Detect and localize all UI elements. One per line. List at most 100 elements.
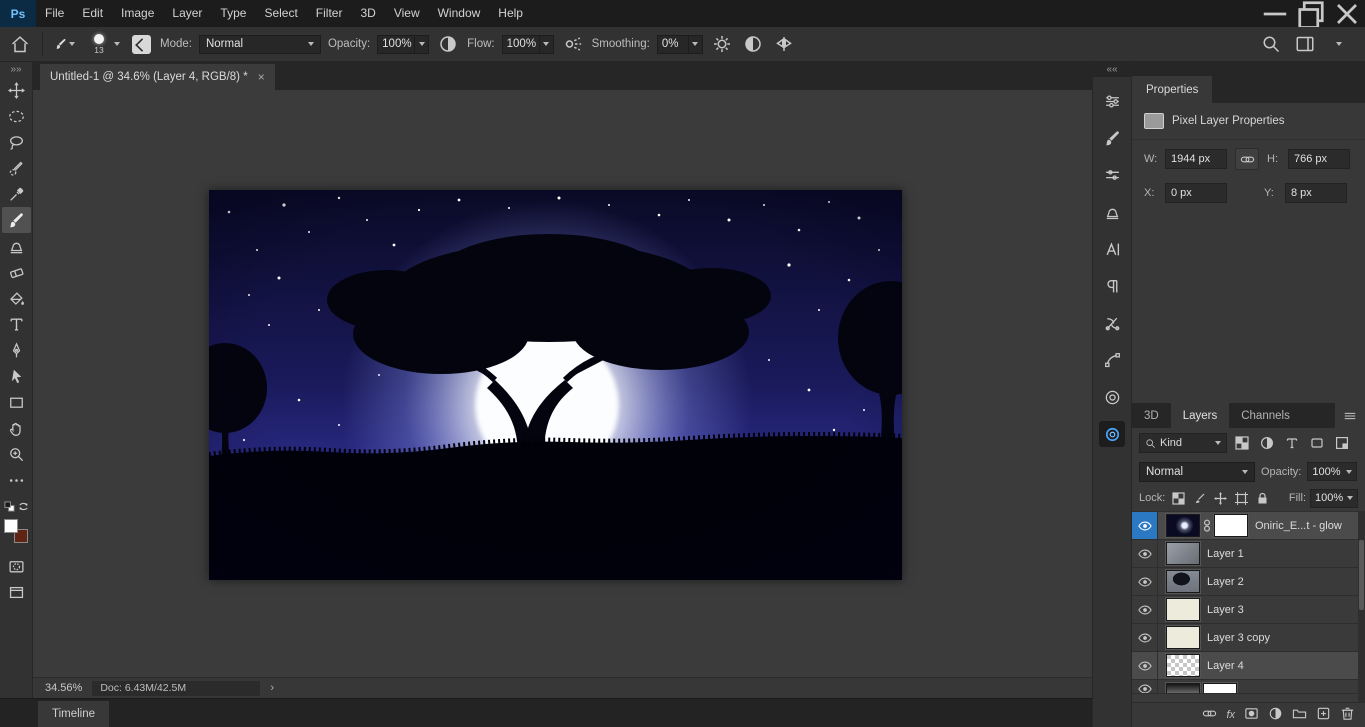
document-size-field[interactable]: Doc: 6.43M/42.5M [92,680,261,696]
document-tab[interactable]: Untitled-1 @ 34.6% (Layer 4, RGB/8) * × [40,64,275,90]
smoothing-input[interactable]: 0% [656,34,689,54]
layer-thumbnail[interactable] [1165,625,1201,650]
filter-adjustment-icon[interactable] [1257,434,1277,452]
home-icon[interactable] [8,31,32,57]
zoom-level[interactable]: 34.56% [45,682,82,694]
status-chevron-icon[interactable]: › [270,682,274,694]
layer-row[interactable]: Layer 3 [1132,596,1365,624]
visibility-toggle[interactable] [1132,624,1158,651]
add-adjustment-icon[interactable] [1268,706,1283,724]
close-button[interactable] [1329,0,1365,27]
filter-pixel-icon[interactable] [1232,434,1252,452]
eyedropper-tool[interactable] [2,181,31,207]
layer-mask-thumbnail[interactable] [1213,513,1249,538]
canvas-image[interactable] [183,190,944,580]
width-field[interactable]: 1944 px [1165,149,1227,169]
pen-tool[interactable] [2,337,31,363]
tab-layers[interactable]: Layers [1170,403,1230,428]
menu-image[interactable]: Image [112,0,163,27]
pressure-size-icon[interactable] [741,31,765,57]
flow-input[interactable]: 100% [501,34,540,54]
gear-icon[interactable] [710,31,734,57]
paragraph-panel-icon[interactable] [1099,273,1125,299]
add-mask-icon[interactable] [1244,706,1259,724]
layers-scrollbar[interactable] [1358,512,1365,702]
symmetry-butterfly-icon[interactable] [772,31,796,57]
quick-selection-tool[interactable] [2,155,31,181]
clone-stamp-tool[interactable] [2,233,31,259]
foreground-color-swatch[interactable] [4,519,18,533]
minimize-button[interactable] [1257,0,1293,27]
layer-thumbnail[interactable] [1165,569,1201,594]
libraries-panel-icon[interactable] [1099,384,1125,410]
layer-row[interactable]: Oniric_E...t - glow [1132,512,1365,540]
layer-name[interactable]: Oniric_E...t - glow [1255,520,1342,532]
rectangle-tool[interactable] [2,389,31,415]
search-icon[interactable] [1259,31,1283,57]
scrollbar-thumb[interactable] [1359,540,1364,610]
brush-settings-panel-icon[interactable] [1099,125,1125,151]
new-layer-icon[interactable] [1316,706,1331,724]
menu-type[interactable]: Type [211,0,255,27]
visibility-toggle[interactable] [1132,568,1158,595]
swap-colors-icon[interactable] [18,501,29,515]
filter-type-icon[interactable] [1282,434,1302,452]
flow-dropdown-button[interactable] [539,34,554,54]
path-selection-tool[interactable] [2,363,31,389]
edit-toolbar-icon[interactable] [2,467,31,493]
layer-thumbnail[interactable] [1165,597,1201,622]
brush-preset-picker[interactable] [53,31,77,57]
close-icon[interactable]: × [258,70,265,84]
airbrush-icon[interactable] [561,31,585,57]
layer-name[interactable]: Layer 2 [1207,576,1244,588]
layer-thumbnail[interactable] [1165,682,1201,693]
menu-select[interactable]: Select [255,0,306,27]
swatches-panel-icon[interactable] [1099,199,1125,225]
menu-file[interactable]: File [36,0,73,27]
lock-pixels-icon[interactable] [1192,491,1207,506]
type-tool[interactable] [2,311,31,337]
lasso-tool[interactable] [2,129,31,155]
link-dimensions-button[interactable] [1235,148,1259,170]
pressure-opacity-icon[interactable] [436,31,460,57]
tab-3d[interactable]: 3D [1132,403,1171,428]
restore-button[interactable] [1293,0,1329,29]
zoom-tool[interactable] [2,441,31,467]
glyphs-panel-icon[interactable] [1099,310,1125,336]
visibility-toggle[interactable] [1132,596,1158,623]
filter-kind-select[interactable]: Kind [1139,433,1227,453]
layer-name[interactable]: Layer 3 [1207,604,1244,616]
blend-mode-select[interactable]: Normal [198,34,321,54]
default-colors-icon[interactable] [3,501,15,515]
layer-thumbnail[interactable] [1165,541,1201,566]
height-field[interactable]: 766 px [1288,149,1350,169]
filter-smart-object-icon[interactable] [1332,434,1352,452]
link-layers-icon[interactable] [1202,706,1217,724]
menu-layer[interactable]: Layer [163,0,211,27]
layer-name[interactable]: Layer 3 copy [1207,632,1270,644]
clone-source-panel-icon[interactable] [1099,162,1125,188]
layer-row[interactable]: Layer 2 [1132,568,1365,596]
delete-layer-icon[interactable] [1340,706,1355,724]
layer-row[interactable]: Layer 3 copy [1132,624,1365,652]
new-group-icon[interactable] [1292,706,1307,724]
collapse-panels-icon[interactable]: «« [1093,62,1131,77]
menu-help[interactable]: Help [489,0,532,27]
layer-name[interactable]: Layer 4 [1207,660,1244,672]
lock-all-icon[interactable] [1255,491,1270,506]
eraser-tool[interactable] [2,259,31,285]
active-panel-icon[interactable] [1099,421,1125,447]
canvas-area[interactable]: 34.56% Doc: 6.43M/42.5M › [33,90,1092,698]
visibility-toggle[interactable] [1132,540,1158,567]
layer-name[interactable]: Layer 1 [1207,548,1244,560]
paths-panel-icon[interactable] [1099,347,1125,373]
workspace-switcher-icon[interactable] [1293,31,1317,57]
lock-artboard-icon[interactable] [1234,491,1249,506]
menu-window[interactable]: Window [429,0,490,27]
move-tool[interactable] [2,77,31,103]
layer-thumbnail[interactable] [1165,653,1201,678]
visibility-toggle[interactable] [1132,512,1158,539]
menu-3d[interactable]: 3D [351,0,384,27]
brush-tool[interactable] [1,207,31,233]
ellipse-marquee-tool[interactable] [2,103,31,129]
